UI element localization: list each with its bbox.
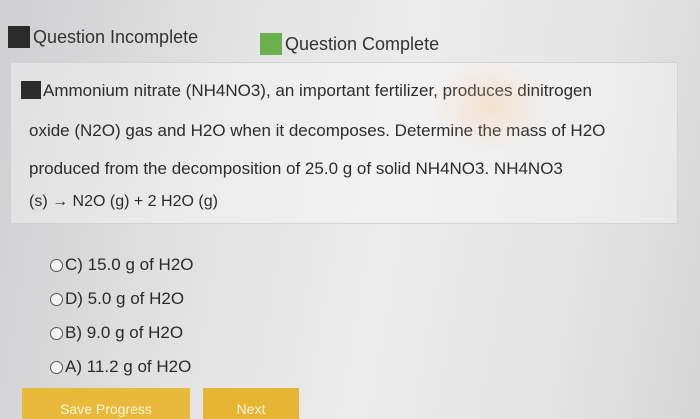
footer-bar: Save Progress Next <box>0 388 700 419</box>
question-box: Ammonium nitrate (NH4NO3), an important … <box>10 62 678 224</box>
answer-option-b[interactable]: B) 9.0 g of H2O <box>50 316 194 350</box>
question-text-line-2: oxide (N2O) gas and H2O when it decompos… <box>29 121 606 140</box>
next-button[interactable]: Next <box>203 388 299 419</box>
complete-swatch-icon <box>260 33 282 55</box>
save-progress-button[interactable]: Save Progress <box>22 388 190 419</box>
question-text-line-1: Ammonium nitrate (NH4NO3), an important … <box>21 81 592 101</box>
legend-complete-label: Question Complete <box>285 33 440 54</box>
answer-option-a[interactable]: A) 11.2 g of H2O <box>50 350 194 384</box>
answer-option-c[interactable]: C) 15.0 g of H2O <box>50 248 194 282</box>
answer-option-label: D) 5.0 g of H2O <box>65 289 185 308</box>
radio-button-icon[interactable] <box>50 292 63 306</box>
answer-option-label: C) 15.0 g of H2O <box>65 255 194 274</box>
legend-complete: Question Complete <box>260 33 439 55</box>
answer-options: C) 15.0 g of H2O D) 5.0 g of H2O B) 9.0 … <box>50 248 194 384</box>
answer-option-d[interactable]: D) 5.0 g of H2O <box>50 282 194 316</box>
question-text-1: Ammonium nitrate (NH4NO3), an important … <box>43 81 592 100</box>
answer-option-label: B) 9.0 g of H2O <box>65 323 184 342</box>
radio-button-icon[interactable] <box>50 360 63 374</box>
radio-button-icon[interactable] <box>50 258 63 272</box>
incomplete-swatch-icon <box>8 26 30 48</box>
status-legend: Question Incomplete Question Complete <box>8 20 700 60</box>
legend-incomplete-label: Question Incomplete <box>33 26 199 47</box>
quiz-page: Question Incomplete Question Complete Am… <box>0 0 700 419</box>
answer-option-label: A) 11.2 g of H2O <box>65 357 192 376</box>
question-incomplete-marker-icon <box>21 81 41 99</box>
legend-incomplete: Question Incomplete <box>8 26 198 48</box>
question-text-line-4: (s) → N2O (g) + 2 H2O (g) <box>29 193 218 210</box>
radio-button-icon[interactable] <box>50 326 63 340</box>
question-text-line-3: produced from the decomposition of 25.0 … <box>29 159 563 178</box>
